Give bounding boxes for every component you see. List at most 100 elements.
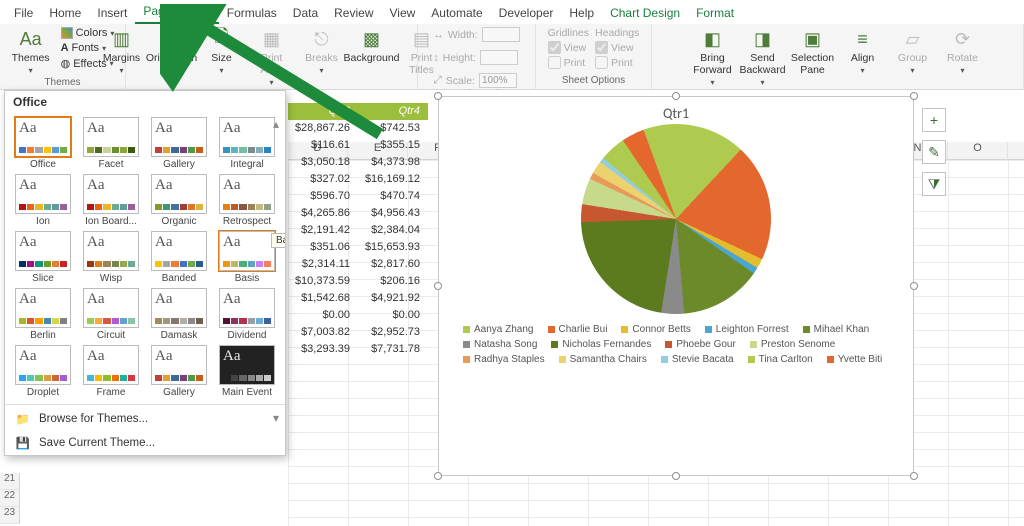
table-cell[interactable]: $2,817.60 <box>358 256 428 273</box>
theme-slice[interactable]: AaSlice <box>9 229 77 286</box>
table-cell[interactable]: $470.74 <box>358 188 428 205</box>
table-cell[interactable]: $351.06 <box>288 239 358 256</box>
table-cell[interactable]: $7,731.78 <box>358 341 428 358</box>
align-button[interactable]: ≡Align▾ <box>841 26 885 77</box>
browse-themes[interactable]: 📁Browse for Themes... <box>5 407 285 431</box>
save-theme[interactable]: 💾Save Current Theme... <box>5 431 285 455</box>
table-cell[interactable]: $4,921.92 <box>358 290 428 307</box>
theme-organic[interactable]: AaOrganic <box>145 172 213 229</box>
chart-filters-button[interactable]: ⧩ <box>922 172 946 196</box>
legend-item: Radhya Staples <box>463 354 545 365</box>
table-cell[interactable]: $2,314.11 <box>288 256 358 273</box>
margins-button[interactable]: ▥Margins▾ <box>100 26 144 77</box>
table-cell[interactable]: $0.00 <box>358 307 428 324</box>
theme-berlin[interactable]: AaBerlin <box>9 286 77 343</box>
theme-office[interactable]: AaOffice <box>9 115 77 172</box>
table-cell[interactable]: $116.61 <box>288 137 358 154</box>
table-cell[interactable]: $355.15 <box>358 137 428 154</box>
legend-item: Natasha Song <box>463 339 537 350</box>
tab-home[interactable]: Home <box>41 2 89 24</box>
table-cell[interactable]: $10,373.59 <box>288 273 358 290</box>
pie-chart[interactable] <box>581 124 771 314</box>
tab-formulas[interactable]: Formulas <box>219 2 285 24</box>
selection-pane-button[interactable]: ▣Selection Pane <box>791 26 835 78</box>
table-cell[interactable]: $0.00 <box>288 307 358 324</box>
theme-ion-board-[interactable]: AaIon Board... <box>77 172 145 229</box>
rotate-button[interactable]: ⟳Rotate▾ <box>941 26 985 77</box>
tab-automate[interactable]: Automate <box>423 2 490 24</box>
table-cell[interactable]: $206.16 <box>358 273 428 290</box>
theme-gallery[interactable]: AaGallery <box>145 115 213 172</box>
print-area-button[interactable]: ▦Print Area▾ <box>250 26 294 89</box>
tab-developer[interactable]: Developer <box>491 2 562 24</box>
tab-format[interactable]: Format <box>688 2 742 24</box>
orientation-button[interactable]: ▯Orientation▾ <box>150 26 194 77</box>
send-backward-button[interactable]: ◨Send Backward▾ <box>741 26 785 89</box>
chart-object[interactable]: Qtr1 Aanya ZhangCharlie BuiConnor BettsL… <box>438 96 914 476</box>
table-cell[interactable]: $7,003.82 <box>288 324 358 341</box>
tab-insert[interactable]: Insert <box>89 2 135 24</box>
row-head[interactable]: 22 <box>0 490 20 507</box>
resize-handle[interactable] <box>672 92 680 100</box>
tab-help[interactable]: Help <box>561 2 602 24</box>
resize-handle[interactable] <box>434 472 442 480</box>
scale-width[interactable]: ↔ Width: <box>433 26 519 43</box>
resize-handle[interactable] <box>434 282 442 290</box>
gridlines-view[interactable]: View <box>548 40 589 55</box>
scale-height[interactable]: ↕ Height: <box>433 49 518 66</box>
table-cell[interactable]: $596.70 <box>288 188 358 205</box>
col-head[interactable]: P <box>1008 142 1024 160</box>
theme-banded[interactable]: AaBanded <box>145 229 213 286</box>
table-cell[interactable]: $3,050.18 <box>288 154 358 171</box>
background-button[interactable]: ▩Background <box>350 26 394 66</box>
breaks-button[interactable]: ⎋Breaks▾ <box>300 26 344 77</box>
theme-wisp[interactable]: AaWisp <box>77 229 145 286</box>
table-cell[interactable]: $15,653.93 <box>358 239 428 256</box>
table-cell[interactable]: $28,867.26 <box>288 120 358 137</box>
chart-elements-button[interactable]: + <box>922 108 946 132</box>
row-head[interactable]: 23 <box>0 507 20 524</box>
tab-review[interactable]: Review <box>326 2 381 24</box>
bring-forward-button[interactable]: ◧Bring Forward▾ <box>691 26 735 89</box>
theme-gallery[interactable]: AaGallery <box>145 343 213 400</box>
size-button[interactable]: 🗎Size▾ <box>200 26 244 77</box>
dropdown-scrollbar[interactable]: ▴▾ <box>269 117 283 425</box>
group-button[interactable]: ▱Group▾ <box>891 26 935 77</box>
resize-handle[interactable] <box>910 472 918 480</box>
table-cell[interactable]: $16,169.12 <box>358 171 428 188</box>
gridlines-print[interactable]: Print <box>548 55 589 70</box>
chart-title[interactable]: Qtr1 <box>439 97 913 122</box>
tab-data[interactable]: Data <box>285 2 326 24</box>
table-cell[interactable]: $2,952.73 <box>358 324 428 341</box>
resize-handle[interactable] <box>434 92 442 100</box>
headings-print[interactable]: Print <box>595 55 639 70</box>
theme-damask[interactable]: AaDamask <box>145 286 213 343</box>
table-cell[interactable]: $327.02 <box>288 171 358 188</box>
resize-handle[interactable] <box>910 282 918 290</box>
tab-page-layout[interactable]: Page Layout <box>135 0 218 24</box>
theme-ion[interactable]: AaIon <box>9 172 77 229</box>
table-cell[interactable]: $2,384.04 <box>358 222 428 239</box>
theme-circuit[interactable]: AaCircuit <box>77 286 145 343</box>
theme-facet[interactable]: AaFacet <box>77 115 145 172</box>
table-cell[interactable]: $742.53 <box>358 120 428 137</box>
table-cell[interactable]: $4,373.98 <box>358 154 428 171</box>
row-head[interactable]: 21 <box>0 473 20 490</box>
tab-file[interactable]: File <box>6 2 41 24</box>
themes-button[interactable]: AaThemes▾ <box>9 26 53 77</box>
table-cell[interactable]: $2,191.42 <box>288 222 358 239</box>
theme-frame[interactable]: AaFrame <box>77 343 145 400</box>
col-head[interactable]: O <box>948 142 1008 160</box>
table-cell[interactable]: $4,956.43 <box>358 205 428 222</box>
table-cell[interactable]: $4,265.86 <box>288 205 358 222</box>
headings-view[interactable]: View <box>595 40 639 55</box>
table-cell[interactable]: $3,293.39 <box>288 341 358 358</box>
resize-handle[interactable] <box>910 92 918 100</box>
theme-droplet[interactable]: AaDroplet <box>9 343 77 400</box>
resize-handle[interactable] <box>672 472 680 480</box>
tab-chart-design[interactable]: Chart Design <box>602 2 688 24</box>
table-cell[interactable]: $1,542.68 <box>288 290 358 307</box>
chart-styles-button[interactable]: ✎ <box>922 140 946 164</box>
scale-scale[interactable]: ⤢ Scale: <box>433 72 517 89</box>
tab-view[interactable]: View <box>382 2 424 24</box>
